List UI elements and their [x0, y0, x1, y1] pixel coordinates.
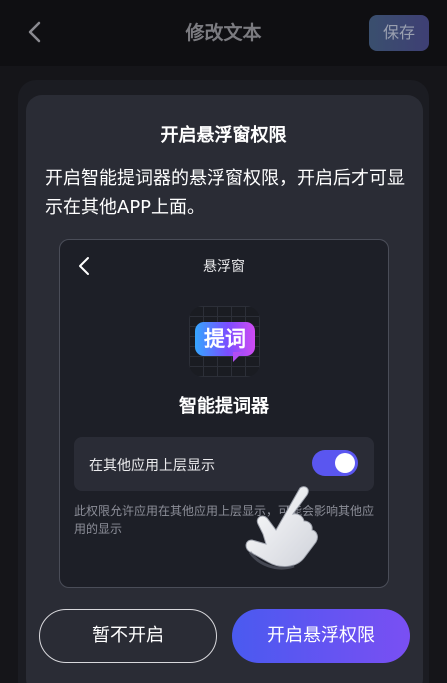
enable-permission-button[interactable]: 开启悬浮权限: [232, 609, 410, 663]
top-bar: 修改文本 保存: [0, 0, 447, 66]
app-name: 智能提词器: [179, 396, 269, 417]
cancel-button[interactable]: 暂不开启: [39, 609, 217, 663]
toggle-label: 在其他应用上层显示: [89, 458, 215, 474]
speech-bubble-tail-icon: [233, 352, 243, 362]
pointing-hand-icon: [245, 486, 318, 570]
save-button[interactable]: 保存: [369, 15, 429, 51]
permission-illustration: 悬浮窗 提词 智能提词器 在其他应用上层显示 此权限允许应用在其他应用上层显示，…: [59, 239, 389, 588]
app-icon: 提词: [189, 306, 260, 377]
overlay-toggle: [312, 450, 358, 476]
permission-note: 此权限允许应用在其他应用上层显示，可能会影响其他应用的显示: [74, 504, 375, 536]
toggle-knob: [335, 453, 355, 473]
app-icon-text: 提词: [195, 322, 255, 356]
dialog-description: 开启智能提词器的悬浮窗权限，开启后才可显示在其他APP上面。: [45, 168, 405, 218]
illustration-title: 悬浮窗: [203, 259, 245, 275]
overlay-permission-row: 在其他应用上层显示: [74, 437, 374, 491]
dialog-title: 开启悬浮窗权限: [160, 125, 287, 146]
